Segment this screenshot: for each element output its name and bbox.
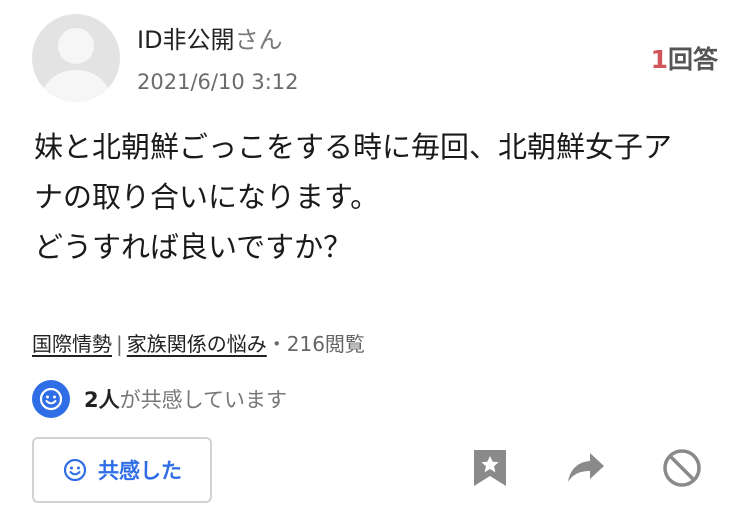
smile-outline-icon bbox=[62, 457, 88, 483]
empathy-count: 2人 bbox=[84, 388, 120, 412]
category-link-family[interactable]: 家族関係の悩み bbox=[127, 332, 267, 356]
share-button[interactable] bbox=[564, 448, 608, 492]
question-line: どうすれば良いですか？ bbox=[34, 230, 353, 264]
bookmark-button[interactable] bbox=[468, 448, 512, 492]
share-arrow-icon bbox=[566, 451, 606, 489]
category-tags: 国際情勢 | 家族関係の悩み・216閲覧 bbox=[32, 328, 365, 357]
user-suffix: さん bbox=[234, 26, 283, 54]
tag-separator: | bbox=[116, 332, 123, 356]
block-button[interactable] bbox=[660, 448, 704, 492]
answer-label: 回答 bbox=[667, 45, 718, 74]
answer-count[interactable]: 1回答 bbox=[651, 40, 718, 76]
question-line: 妹と北朝鮮ごっこをする時に毎回、北朝鮮女子ア bbox=[34, 130, 673, 164]
avatar-body bbox=[42, 70, 110, 102]
prohibited-icon bbox=[662, 448, 702, 492]
user-name: ID非公開さん bbox=[137, 20, 283, 55]
user-id: ID非公開 bbox=[137, 26, 235, 54]
question-text: 妹と北朝鮮ごっこをする時に毎回、北朝鮮女子ア ナの取り合いになります。 どうすれ… bbox=[34, 122, 734, 272]
avatar-head bbox=[58, 28, 94, 64]
avatar bbox=[32, 14, 120, 102]
smile-icon bbox=[32, 380, 70, 418]
answer-number: 1 bbox=[650, 45, 668, 74]
post-date: 2021/6/10 3:12 bbox=[137, 70, 299, 94]
question-line: ナの取り合いになります。 bbox=[34, 180, 380, 214]
category-link-international[interactable]: 国際情勢 bbox=[32, 332, 112, 356]
bookmark-star-icon bbox=[472, 448, 508, 492]
view-count: ・216閲覧 bbox=[266, 332, 365, 356]
kyokan-button[interactable]: 共感した bbox=[32, 437, 212, 503]
kyokan-label: 共感した bbox=[98, 459, 182, 483]
empathy-text: が共感しています bbox=[119, 388, 287, 412]
empathy-summary: 2人 が共感しています bbox=[32, 380, 287, 418]
